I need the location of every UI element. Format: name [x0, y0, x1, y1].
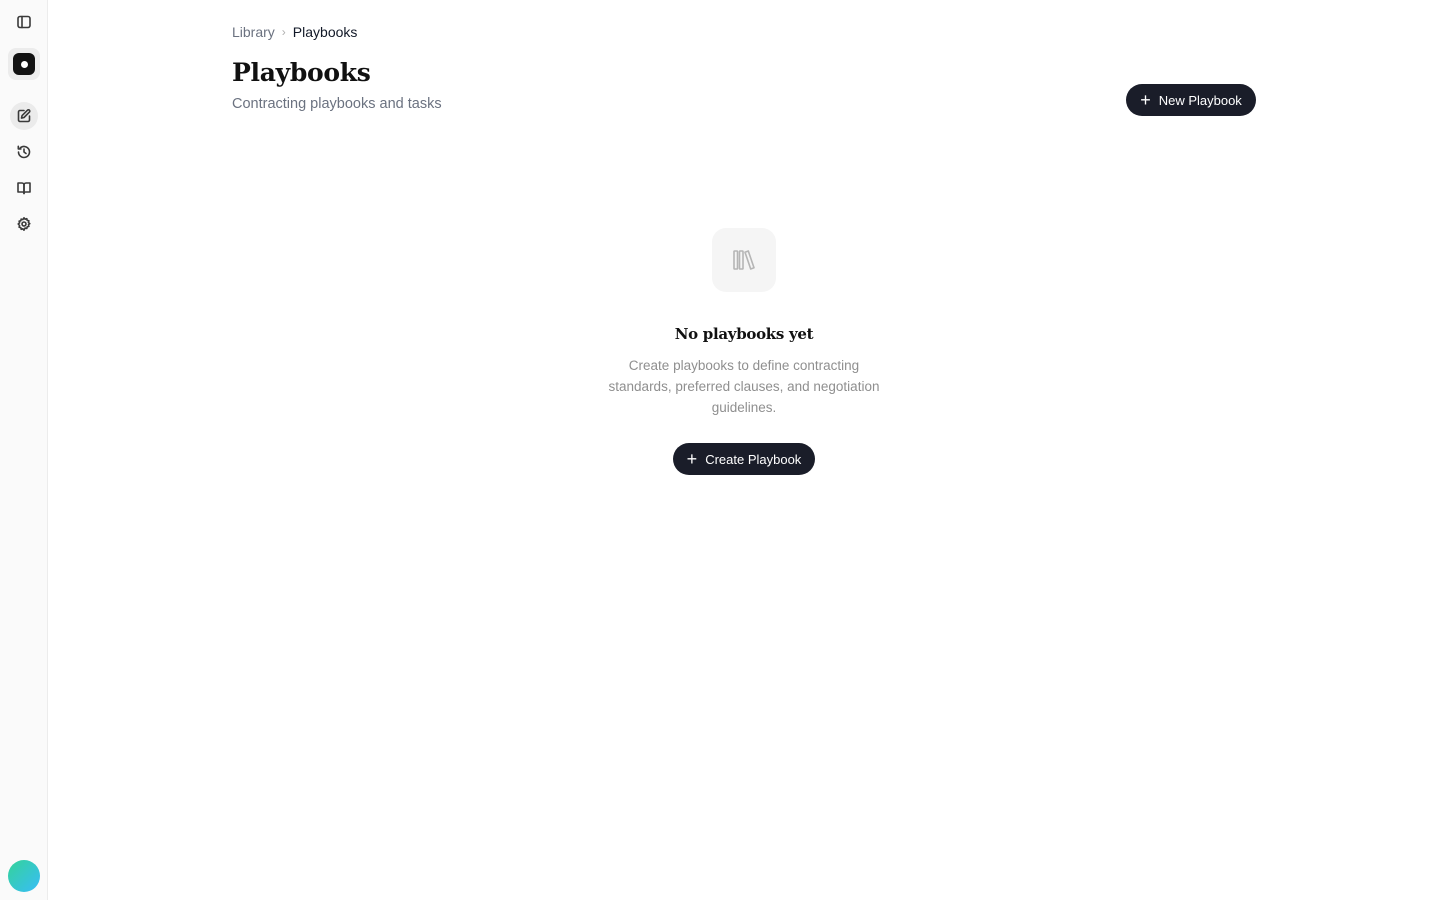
plus-icon: + — [1140, 90, 1151, 110]
app-logo-icon — [13, 53, 35, 75]
sidebar-item-history[interactable] — [10, 138, 38, 166]
toggle-sidebar-button[interactable] — [10, 8, 38, 36]
pencil-square-icon — [17, 109, 31, 123]
empty-state-title: No playbooks yet — [674, 325, 814, 343]
plus-icon: + — [686, 449, 698, 469]
breadcrumb-current: Playbooks — [292, 24, 358, 40]
books-icon — [733, 250, 755, 270]
breadcrumb: Library › Playbooks — [232, 23, 357, 41]
open-book-icon — [17, 182, 31, 195]
app-root: Library › Playbooks Playbooks Contractin… — [0, 0, 1440, 900]
create-playbook-button[interactable]: + Create Playbook — [673, 443, 815, 475]
page-title: Playbooks — [232, 58, 371, 87]
sidebar-panel-icon — [17, 15, 31, 29]
create-playbook-button-label: Create Playbook — [705, 451, 802, 467]
sidebar-rail — [0, 0, 48, 900]
page-subtitle: Contracting playbooks and tasks — [232, 96, 442, 112]
empty-state-description: Create playbooks to define contracting s… — [608, 358, 880, 415]
history-clock-icon — [17, 145, 31, 159]
sidebar-item-settings[interactable] — [10, 210, 38, 238]
sidebar-item-new[interactable] — [10, 102, 38, 130]
gear-icon — [17, 217, 31, 231]
books-icon-container — [712, 228, 776, 292]
app-logo[interactable] — [8, 48, 40, 80]
new-playbook-button-label: New Playbook — [1158, 92, 1242, 108]
user-avatar[interactable] — [8, 860, 40, 892]
breadcrumb-library-link[interactable]: Library — [232, 24, 275, 40]
sidebar-item-library[interactable] — [10, 174, 38, 202]
new-playbook-button[interactable]: + New Playbook — [1126, 84, 1256, 116]
breadcrumb-separator-icon: › — [281, 25, 286, 39]
